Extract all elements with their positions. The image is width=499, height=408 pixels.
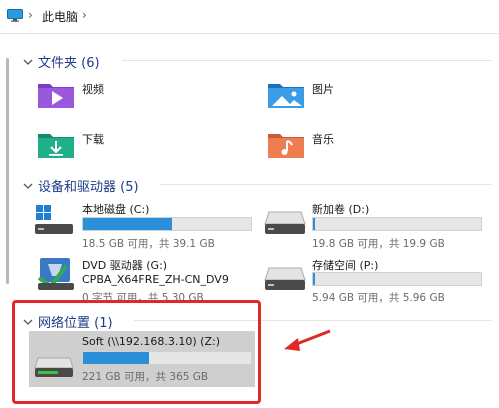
- folder-label-downloads[interactable]: 下载: [82, 131, 104, 147]
- downloads-folder-icon[interactable]: [36, 128, 76, 160]
- group-divider: [160, 184, 492, 185]
- chevron-down-icon: [23, 183, 33, 189]
- drive-name-c[interactable]: 本地磁盘 (C:): [82, 201, 149, 217]
- group-divider: [122, 60, 492, 61]
- folder-label-pictures[interactable]: 图片: [312, 81, 334, 97]
- drive-name-g[interactable]: DVD 驱动器 (G:): [82, 257, 167, 273]
- pictures-folder-icon[interactable]: [266, 78, 306, 110]
- folder-label-video[interactable]: 视频: [82, 81, 104, 97]
- music-folder-icon[interactable]: [266, 128, 306, 160]
- drive-size-c: 18.5 GB 可用，共 39.1 GB: [82, 238, 215, 250]
- group-title: 设备和驱动器 (5): [38, 180, 139, 195]
- drive-usage-bar-d: [312, 217, 482, 231]
- drive-usage-fill: [313, 273, 315, 285]
- chevron-right-icon[interactable]: ›: [82, 8, 87, 22]
- chevron-down-icon: [23, 59, 33, 65]
- windows-drive-icon[interactable]: [34, 203, 74, 237]
- drive-usage-fill: [313, 218, 315, 230]
- folder-label-music[interactable]: 音乐: [312, 131, 334, 147]
- drive-name-p[interactable]: 存储空间 (P:): [312, 257, 378, 273]
- highlight-box: [12, 300, 261, 404]
- drive-size-d: 19.8 GB 可用，共 19.9 GB: [312, 238, 445, 250]
- address-bar[interactable]: › 此电脑 ›: [0, 0, 499, 34]
- breadcrumb-this-pc[interactable]: 此电脑: [42, 8, 78, 25]
- chevron-right-icon[interactable]: ›: [28, 8, 33, 22]
- video-folder-icon[interactable]: [36, 78, 76, 110]
- group-header-folders[interactable]: 文件夹 (6): [22, 52, 100, 71]
- drive-size-p: 5.94 GB 可用，共 5.96 GB: [312, 292, 445, 304]
- drive-usage-bar-c: [82, 217, 252, 231]
- storage-space-icon[interactable]: [264, 266, 306, 292]
- drive-label-g: CPBA_X64FRE_ZH-CN_DV9: [82, 273, 229, 286]
- drive-usage-fill: [83, 218, 173, 230]
- group-title: 文件夹 (6): [38, 56, 100, 71]
- hard-drive-icon[interactable]: [264, 210, 306, 236]
- drive-usage-bar-p: [312, 272, 482, 286]
- this-pc-icon: [7, 9, 23, 22]
- scrollbar[interactable]: [6, 58, 9, 284]
- dvd-drive-icon[interactable]: [36, 256, 76, 292]
- annotation-arrow-icon: [284, 329, 331, 351]
- drive-name-d[interactable]: 新加卷 (D:): [312, 201, 369, 217]
- group-header-devices[interactable]: 设备和驱动器 (5): [22, 176, 139, 195]
